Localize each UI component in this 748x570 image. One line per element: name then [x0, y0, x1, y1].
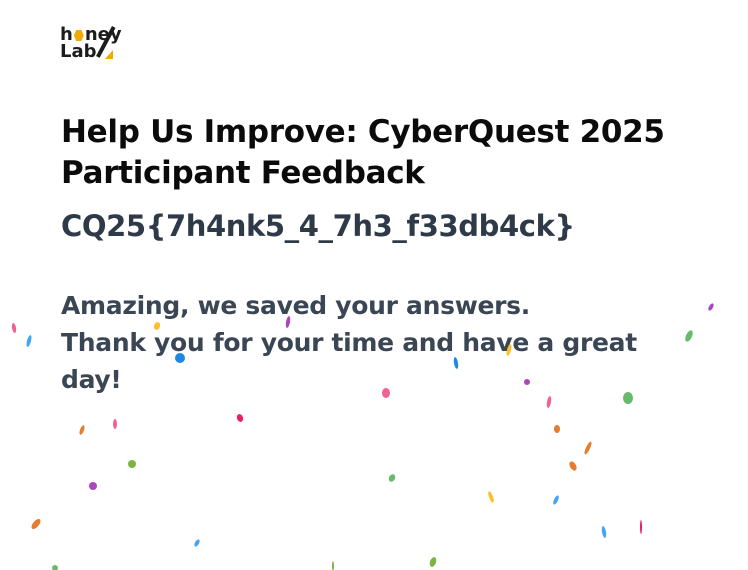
confirmation-line-1: Amazing, we saved your answers.: [61, 291, 530, 320]
confetti-piece: [553, 495, 559, 505]
confetti-piece: [194, 539, 200, 547]
feedback-confirmation-page: h ney Lab Help Us Improve: CyberQuest 202…: [0, 0, 748, 570]
confetti-piece: [554, 425, 560, 433]
confetti-piece: [708, 303, 714, 311]
honey-hexagon-icon: [73, 30, 84, 41]
confetti-piece: [52, 565, 58, 570]
confetti-piece: [640, 520, 642, 534]
confetti-piece: [89, 482, 97, 490]
confetti-piece: [388, 474, 396, 482]
confetti-piece: [113, 419, 117, 429]
confetti-piece: [26, 335, 32, 347]
confetti-piece: [11, 323, 17, 333]
flag-text: CQ25{7h4nk5_4_7h3_f33db4ck}: [61, 209, 575, 243]
confetti-piece: [584, 441, 592, 455]
confetti-piece: [31, 519, 41, 529]
confetti-piece: [569, 461, 577, 471]
confirmation-message: Amazing, we saved your answers. Thank yo…: [61, 287, 681, 398]
confetti-piece: [601, 526, 607, 538]
confetti-piece: [488, 491, 494, 503]
honeylab-logo[interactable]: h ney Lab: [60, 26, 140, 66]
confetti-piece: [332, 561, 334, 570]
confetti-piece: [128, 460, 136, 468]
confetti-piece: [79, 425, 85, 435]
confetti-piece: [429, 557, 437, 567]
confetti-piece: [236, 414, 244, 422]
confirmation-line-2: Thank you for your time and have a great…: [61, 328, 637, 394]
confetti-decoration: [11, 303, 714, 570]
confetti-piece: [685, 330, 693, 342]
form-title: Help Us Improve: CyberQuest 2025 Partici…: [61, 114, 665, 191]
